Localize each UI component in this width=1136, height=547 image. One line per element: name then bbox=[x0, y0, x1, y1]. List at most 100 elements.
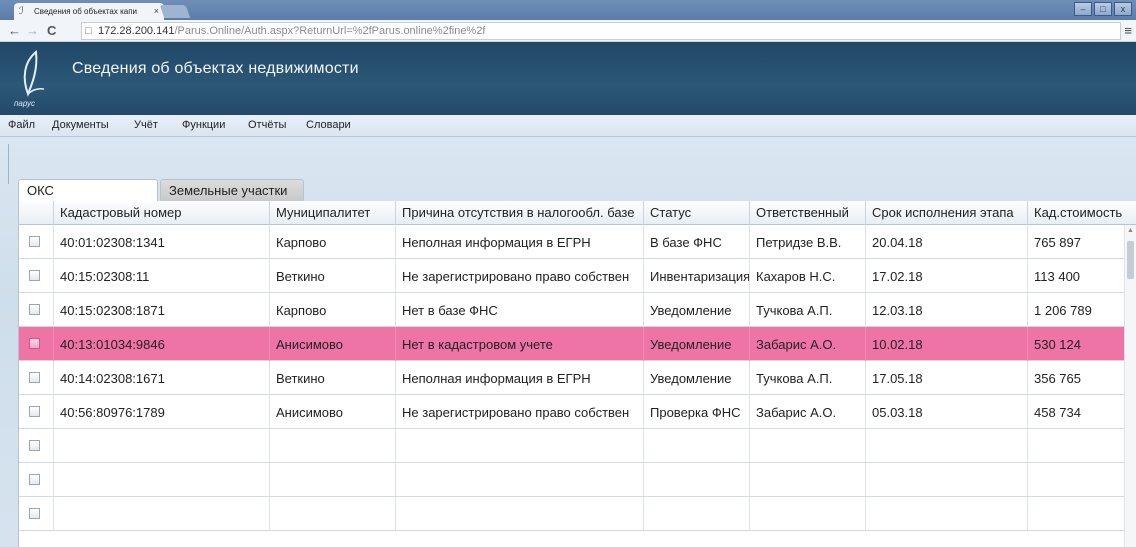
cell-checkbox bbox=[19, 497, 53, 531]
menu-documents[interactable]: Документы bbox=[52, 119, 109, 131]
cell-cadastral-value: 356 765 bbox=[1027, 361, 1125, 395]
table-row[interactable]: 40:15:02308:1871 Карпово Нет в базе ФНС Уве… bbox=[19, 293, 1136, 327]
header-municipality[interactable]: Муниципалитет bbox=[269, 201, 395, 225]
cell-municipality bbox=[269, 429, 395, 463]
table-row[interactable] bbox=[19, 497, 1136, 531]
table-row[interactable]: 40:14:02308:1671 Веткино Неполная информац… bbox=[19, 361, 1136, 395]
table-row[interactable]: 40:01:02308:1341 Карпово Неполная информац… bbox=[19, 225, 1136, 259]
cell-cadastral-value bbox=[1027, 497, 1125, 531]
menu-accounting[interactable]: Учёт bbox=[134, 119, 158, 131]
cell-municipality: Анисимово bbox=[269, 395, 395, 429]
cell-responsible: Кахаров Н.С. bbox=[749, 259, 865, 293]
browser-menu-icon[interactable]: ≡ bbox=[1124, 23, 1132, 38]
cell-responsible bbox=[749, 429, 865, 463]
cell-cadastral-value: 113 400 bbox=[1027, 259, 1125, 293]
cell-reason: Нет в базе ФНС bbox=[395, 293, 643, 327]
cell-checkbox bbox=[19, 463, 53, 497]
cell-cadastral-number: 40:15:02308:1871 bbox=[53, 293, 269, 327]
close-window-button[interactable]: x bbox=[1114, 2, 1132, 16]
cell-deadline bbox=[865, 463, 1027, 497]
close-tab-icon[interactable]: × bbox=[154, 6, 159, 16]
browser-tab[interactable]: ℐ Сведения об объектах капи × bbox=[14, 3, 164, 20]
url-path: /Parus.Online/Auth.aspx?ReturnUrl=%2fPar… bbox=[174, 25, 486, 37]
app-title: Сведения об объектах недвижимости bbox=[72, 60, 359, 77]
cell-status bbox=[643, 497, 749, 531]
menu-functions[interactable]: Функции bbox=[182, 119, 225, 131]
row-checkbox[interactable] bbox=[29, 474, 40, 485]
cell-cadastral-number: 40:15:02308:11 bbox=[53, 259, 269, 293]
url-host: 172.28.200.141 bbox=[98, 25, 175, 37]
row-checkbox[interactable] bbox=[29, 508, 40, 519]
objects-table: Кадастровый номер Муниципалитет Причина … bbox=[18, 201, 1136, 547]
menu-file[interactable]: Файл bbox=[8, 119, 35, 131]
maximize-button[interactable]: □ bbox=[1094, 2, 1112, 16]
menubar: Файл Документы Учёт Функции Отчёты Слова… bbox=[0, 115, 1136, 137]
cell-municipality: Карпово bbox=[269, 293, 395, 327]
header-checkbox-col bbox=[19, 201, 53, 225]
vertical-scrollbar[interactable]: ▲ bbox=[1124, 225, 1136, 547]
cell-reason: Не зарегистрировано право собствен bbox=[395, 395, 643, 429]
cell-reason bbox=[395, 429, 643, 463]
header-cadastral-number[interactable]: Кадастровый номер bbox=[53, 201, 269, 225]
table-row[interactable]: 40:15:02308:11 Веткино Не зарегистрировано… bbox=[19, 259, 1136, 293]
address-bar-row: ← → C □ 172.28.200.141/Parus.Online/Auth… bbox=[0, 20, 1136, 42]
row-checkbox[interactable] bbox=[29, 440, 40, 451]
header-reason[interactable]: Причина отсутствия в налогообл. базе bbox=[395, 201, 643, 225]
menu-reports[interactable]: Отчёты bbox=[248, 119, 286, 131]
scroll-thumb[interactable] bbox=[1127, 241, 1134, 279]
cell-cadastral-number: 40:56:80976:1789 bbox=[53, 395, 269, 429]
cell-responsible: Забарис А.О. bbox=[749, 395, 865, 429]
workspace: ОКС Земельные участки Кадастровый номер … bbox=[0, 137, 1136, 547]
cell-municipality: Веткино bbox=[269, 259, 395, 293]
menu-dictionaries[interactable]: Словари bbox=[306, 119, 351, 131]
cell-status bbox=[643, 429, 749, 463]
header-responsible[interactable]: Ответственный bbox=[749, 201, 865, 225]
reload-icon[interactable]: C bbox=[47, 23, 56, 38]
cell-municipality: Карпово bbox=[269, 225, 395, 259]
row-checkbox[interactable] bbox=[29, 270, 40, 281]
cell-responsible: Тучкова А.П. bbox=[749, 361, 865, 395]
cell-reason bbox=[395, 463, 643, 497]
cell-cadastral-value bbox=[1027, 429, 1125, 463]
cell-responsible: Петридзе В.В. bbox=[749, 225, 865, 259]
cell-deadline: 10.02.18 bbox=[865, 327, 1027, 361]
cell-cadastral-number: 40:13:01034:9846 bbox=[53, 327, 269, 361]
url-input[interactable]: □ 172.28.200.141/Parus.Online/Auth.aspx?… bbox=[81, 22, 1121, 40]
cell-checkbox bbox=[19, 293, 53, 327]
logo-text: парус bbox=[14, 99, 36, 108]
row-checkbox[interactable] bbox=[29, 372, 40, 383]
tab-land-plots[interactable]: Земельные участки bbox=[160, 179, 304, 201]
table-header: Кадастровый номер Муниципалитет Причина … bbox=[19, 201, 1136, 225]
cell-cadastral-number: 40:14:02308:1671 bbox=[53, 361, 269, 395]
cell-checkbox bbox=[19, 259, 53, 293]
new-tab-button[interactable] bbox=[159, 5, 191, 18]
row-checkbox[interactable] bbox=[29, 236, 40, 247]
favicon-icon: ℐ bbox=[19, 6, 24, 17]
table-row[interactable] bbox=[19, 463, 1136, 497]
row-checkbox[interactable] bbox=[29, 338, 40, 349]
forward-arrow-icon[interactable]: → bbox=[26, 23, 39, 38]
cell-status: В базе ФНС bbox=[643, 225, 749, 259]
table-row[interactable]: 40:13:01034:9846 Анисимово Нет в кадастров… bbox=[19, 327, 1136, 361]
cell-status: Проверка ФНС bbox=[643, 395, 749, 429]
cell-deadline: 05.03.18 bbox=[865, 395, 1027, 429]
cell-deadline: 17.02.18 bbox=[865, 259, 1027, 293]
header-status[interactable]: Статус bbox=[643, 201, 749, 225]
browser-tab-title: Сведения об объектах капи bbox=[34, 7, 137, 16]
cell-municipality bbox=[269, 463, 395, 497]
cell-deadline bbox=[865, 497, 1027, 531]
header-cadastral-value[interactable]: Кад.стоимость bbox=[1027, 201, 1136, 225]
row-checkbox[interactable] bbox=[29, 406, 40, 417]
tab-oks[interactable]: ОКС bbox=[18, 179, 158, 201]
table-row[interactable] bbox=[19, 429, 1136, 463]
scroll-up-icon[interactable]: ▲ bbox=[1127, 227, 1134, 234]
header-deadline[interactable]: Срок исполнения этапа bbox=[865, 201, 1027, 225]
cell-cadastral-value: 765 897 bbox=[1027, 225, 1125, 259]
cell-status: Уведомление bbox=[643, 327, 749, 361]
back-arrow-icon[interactable]: ← bbox=[8, 23, 21, 38]
table-row[interactable]: 40:56:80976:1789 Анисимово Не зарегистриро… bbox=[19, 395, 1136, 429]
cell-cadastral-value bbox=[1027, 463, 1125, 497]
row-checkbox[interactable] bbox=[29, 304, 40, 315]
minimize-button[interactable]: – bbox=[1074, 2, 1092, 16]
cell-municipality: Веткино bbox=[269, 361, 395, 395]
